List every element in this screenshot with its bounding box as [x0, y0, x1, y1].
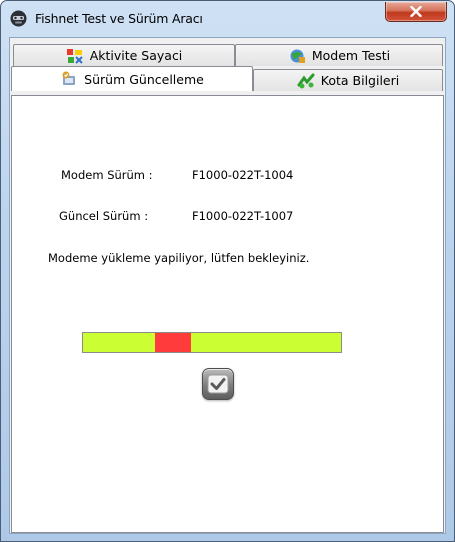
- checkmark-icon: [207, 374, 229, 394]
- tab-label: Sürüm Güncelleme: [84, 71, 204, 87]
- status-message: Modeme yükleme yapiliyor, lütfen bekleyi…: [48, 251, 310, 265]
- app-window: Fishnet Test ve Sürüm Aracı Aktivite Say…: [0, 0, 455, 542]
- current-version-label: Güncel Sürüm :: [59, 209, 149, 223]
- activity-counter-icon: [66, 48, 83, 64]
- title-bar[interactable]: Fishnet Test ve Sürüm Aracı: [1, 1, 454, 37]
- app-icon: [10, 10, 27, 27]
- tab-version-update[interactable]: Sürüm Güncelleme: [11, 66, 253, 91]
- upload-progress-bar: [82, 332, 342, 353]
- tab-label: Modem Testi: [311, 48, 391, 63]
- window-title: Fishnet Test ve Sürüm Aracı: [35, 11, 203, 26]
- quota-info-icon: [297, 73, 315, 88]
- modem-version-value: F1000-022T-1004: [192, 168, 294, 182]
- confirm-button[interactable]: [202, 368, 234, 400]
- current-version-value: F1000-022T-1007: [192, 209, 294, 223]
- modem-test-icon: [290, 49, 305, 63]
- modem-version-label: Modem Sürüm :: [61, 168, 153, 182]
- tab-label: Aktivite Sayaci: [89, 48, 183, 63]
- progress-indicator: [155, 333, 192, 352]
- tab-label: Kota Bilgileri: [320, 73, 400, 88]
- tab-quota-info[interactable]: Kota Bilgileri: [253, 69, 443, 91]
- client-area: Aktivite Sayaci Modem Testi Sürüm Güncel…: [9, 37, 446, 534]
- close-button[interactable]: [385, 2, 447, 22]
- tab-activity-counter[interactable]: Aktivite Sayaci: [13, 44, 235, 66]
- version-update-icon: [62, 71, 76, 85]
- version-update-panel: Modem Sürüm : F1000-022T-1004 Güncel Sür…: [11, 95, 444, 533]
- tab-modem-test[interactable]: Modem Testi: [235, 44, 443, 66]
- close-icon: [410, 6, 422, 17]
